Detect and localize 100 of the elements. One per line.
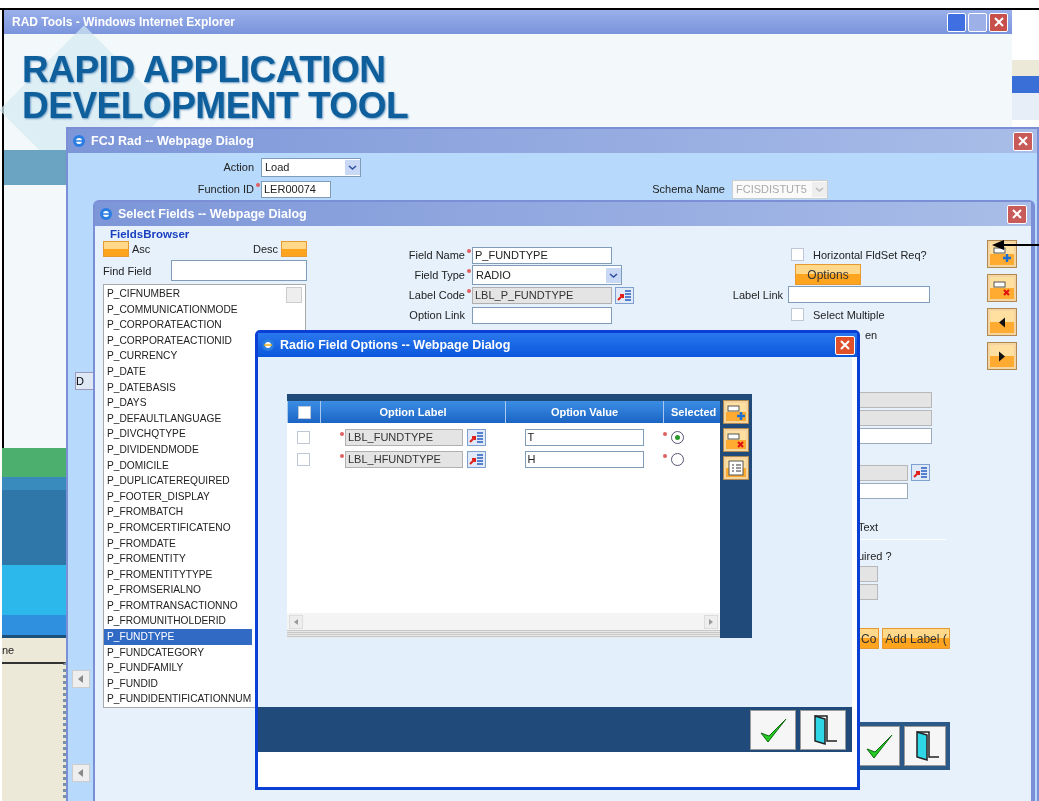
- close-icon: [839, 339, 851, 351]
- input-field[interactable]: LBL_FUNDTYPE: [345, 428, 463, 446]
- search-field[interactable]: [171, 260, 307, 281]
- logo-text: RAPID APPLICATION: [22, 52, 387, 88]
- list-item[interactable]: P_FROMDATE: [104, 535, 252, 552]
- list-item[interactable]: P_DATE: [104, 363, 252, 380]
- list-item[interactable]: P_FROMENTITYTYPE: [104, 566, 252, 583]
- scroll-left-button[interactable]: [72, 764, 90, 782]
- list-item[interactable]: P_FOOTER_DISPLAY: [104, 488, 252, 505]
- caret-icon: [812, 181, 827, 197]
- move-right-button[interactable]: [988, 343, 1016, 369]
- radio-button[interactable]: [671, 430, 684, 444]
- list-item[interactable]: P_CURRENCY: [104, 348, 252, 364]
- caret-icon: [345, 159, 360, 175]
- lookup-icon[interactable]: [911, 464, 930, 481]
- close-button[interactable]: [1013, 131, 1033, 151]
- pointer-arrow: [992, 240, 1039, 250]
- logo-text: DEVELOPMENT TOOL: [22, 88, 409, 124]
- list-item[interactable]: P_FROMSERIALNO: [104, 582, 252, 598]
- list-item[interactable]: P_DIVIDENDMODE: [104, 441, 252, 458]
- radio-button[interactable]: [671, 452, 684, 466]
- ok-button[interactable]: [750, 709, 796, 750]
- list-item[interactable]: P_DOMICILE: [104, 457, 252, 474]
- action-button[interactable]: Add Label (: [882, 628, 950, 649]
- tab[interactable]: D: [75, 372, 95, 390]
- scrollbar[interactable]: [286, 287, 302, 303]
- input-field[interactable]: H: [524, 450, 644, 468]
- input-field[interactable]: P_FUNDTYPE: [472, 246, 612, 264]
- exit-button[interactable]: [800, 709, 846, 750]
- list-item[interactable]: P_DAYS: [104, 395, 252, 411]
- option-label: Text: [858, 521, 879, 535]
- dropdown[interactable]: Load: [261, 157, 361, 177]
- input-field[interactable]: [788, 286, 930, 303]
- checkbox[interactable]: [791, 308, 804, 321]
- input-field[interactable]: [858, 483, 908, 499]
- lookup-icon[interactable]: [615, 286, 634, 304]
- field-label: Function ID: [196, 183, 254, 195]
- checkbox[interactable]: [297, 452, 310, 466]
- close-button[interactable]: [989, 12, 1008, 32]
- list-item[interactable]: P_FUNDIDENTIFICATIONNUM: [104, 691, 252, 708]
- input-field[interactable]: LBL_HFUNDTYPE: [345, 450, 463, 468]
- scroll-left-icon[interactable]: [289, 614, 303, 629]
- list-item[interactable]: P_DUPLICATEREQUIRED: [104, 473, 252, 489]
- list-item[interactable]: P_CORPORATEACTIONID: [104, 332, 252, 349]
- input-field[interactable]: LBL_P_FUNDTYPE: [472, 286, 612, 304]
- browser-icon: [99, 207, 113, 221]
- add-row-button[interactable]: [724, 401, 748, 423]
- details-button[interactable]: [724, 457, 748, 479]
- list-item[interactable]: P_FUNDID: [104, 675, 252, 692]
- column-header[interactable]: Option Value: [505, 401, 663, 423]
- column-header[interactable]: Option Label: [320, 401, 505, 423]
- list-item[interactable]: P_FUNDCATEGORY: [104, 644, 252, 661]
- field-label: Field Type: [413, 269, 465, 281]
- delete-row-button[interactable]: [724, 429, 748, 451]
- input-field[interactable]: LER00074: [261, 180, 331, 198]
- input-field[interactable]: [858, 584, 878, 600]
- move-left-button[interactable]: [988, 309, 1016, 335]
- triangle-right-icon: [998, 350, 1006, 362]
- list-item[interactable]: P_FROMUNITHOLDERID: [104, 613, 252, 630]
- list-item[interactable]: P_CIFNUMBER: [104, 286, 252, 302]
- lookup-icon[interactable]: [467, 428, 486, 446]
- close-icon: [1011, 208, 1023, 220]
- list-item[interactable]: P_DEFAULTLANGUAGE: [104, 410, 252, 427]
- delete-row-icon: [726, 431, 746, 449]
- list-item[interactable]: P_FROMCERTIFICATENO: [104, 519, 252, 536]
- scroll-left-button[interactable]: [72, 670, 90, 688]
- close-button[interactable]: [1007, 204, 1027, 224]
- ok-button[interactable]: [858, 726, 900, 766]
- caret-icon: [606, 267, 621, 283]
- exit-button[interactable]: [904, 726, 946, 766]
- input-field[interactable]: [472, 306, 612, 324]
- input-field[interactable]: [858, 428, 932, 444]
- input-field[interactable]: [858, 410, 932, 426]
- close-button[interactable]: [835, 335, 855, 355]
- input-field[interactable]: [858, 392, 932, 408]
- input-field[interactable]: [858, 566, 878, 582]
- checkbox[interactable]: [297, 405, 311, 419]
- delete-field-button[interactable]: [988, 275, 1016, 301]
- list-item[interactable]: P_DATEBASIS: [104, 379, 252, 396]
- lookup-icon[interactable]: [467, 450, 486, 468]
- list-item[interactable]: P_CORPORATEACTION: [104, 317, 252, 333]
- list-item[interactable]: P_FUNDFAMILY: [104, 660, 252, 676]
- list-item[interactable]: P_FROMBATCH: [104, 504, 252, 520]
- input-field[interactable]: [858, 464, 908, 481]
- list-item[interactable]: P_DIVCHQTYPE: [104, 426, 252, 442]
- dropdown[interactable]: RADIO: [472, 265, 622, 285]
- scroll-right-icon[interactable]: [704, 614, 718, 629]
- list-item[interactable]: P_FROMENTITY: [104, 551, 252, 567]
- list-item[interactable]: P_COMMUNICATIONMODE: [104, 301, 252, 318]
- scrollbar[interactable]: [287, 613, 720, 630]
- options-button[interactable]: Options: [795, 264, 861, 285]
- checkbox[interactable]: [791, 248, 804, 261]
- list-item[interactable]: P_FROMTRANSACTIONNO: [104, 597, 252, 614]
- action-button[interactable]: Co: [858, 628, 880, 649]
- list-item[interactable]: P_FUNDTYPE: [104, 629, 252, 645]
- browser-icon: [261, 338, 275, 352]
- input-field[interactable]: T: [524, 428, 644, 446]
- add-row-icon: [726, 403, 746, 421]
- checkbox[interactable]: [297, 430, 310, 444]
- minimize-button[interactable]: [947, 12, 966, 32]
